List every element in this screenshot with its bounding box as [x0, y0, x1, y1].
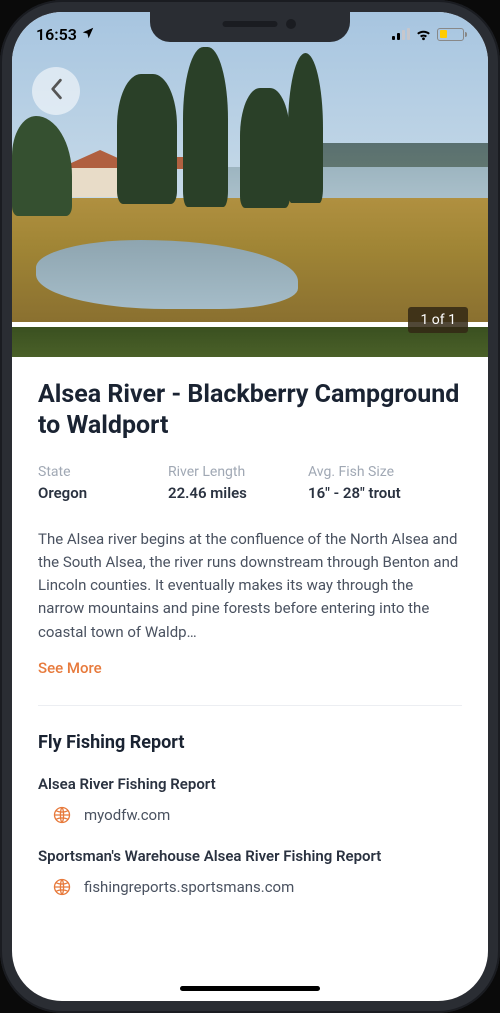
report-url: fishingreports.sportsmans.com — [84, 878, 294, 896]
stat-label: River Length — [168, 464, 298, 480]
report-link[interactable]: fishingreports.sportsmans.com — [38, 877, 462, 897]
battery-icon — [437, 28, 464, 41]
report-item: Sportsman's Warehouse Alsea River Fishin… — [38, 847, 462, 897]
stat-value: Oregon — [38, 484, 158, 502]
location-icon — [81, 25, 95, 44]
page-title: Alsea River - Blackberry Campground to W… — [38, 379, 462, 442]
phone-frame: 16:53 — [0, 0, 500, 1013]
globe-icon — [52, 805, 72, 825]
description-text: The Alsea river begins at the confluence… — [38, 528, 462, 644]
fly-fishing-section-title: Fly Fishing Report — [38, 732, 462, 753]
notch — [150, 12, 350, 42]
home-indicator[interactable] — [180, 986, 320, 991]
screen: 16:53 — [12, 12, 488, 1001]
content-area: Alsea River - Blackberry Campground to W… — [12, 357, 488, 897]
stat-length: River Length 22.46 miles — [168, 464, 298, 502]
chevron-left-icon — [49, 78, 63, 104]
status-time: 16:53 — [36, 25, 77, 44]
stats-row: State Oregon River Length 22.46 miles Av… — [38, 464, 462, 502]
hero-image[interactable]: 1 of 1 — [12, 12, 488, 357]
see-more-link[interactable]: See More — [38, 659, 102, 677]
stat-value: 16" - 28" trout — [308, 484, 401, 502]
report-url: myodfw.com — [84, 806, 170, 824]
cellular-icon — [392, 28, 410, 40]
stat-state: State Oregon — [38, 464, 158, 502]
stat-label: Avg. Fish Size — [308, 464, 401, 480]
globe-icon — [52, 877, 72, 897]
stat-fish-size: Avg. Fish Size 16" - 28" trout — [308, 464, 401, 502]
stat-value: 22.46 miles — [168, 484, 298, 502]
wifi-icon — [415, 26, 432, 43]
report-title: Alsea River Fishing Report — [38, 775, 462, 793]
landscape-photo — [12, 12, 488, 357]
back-button[interactable] — [32, 67, 80, 115]
photo-counter: 1 of 1 — [408, 307, 468, 333]
report-item: Alsea River Fishing Report myodfw.com — [38, 775, 462, 825]
stat-label: State — [38, 464, 158, 480]
divider — [38, 705, 462, 706]
report-link[interactable]: myodfw.com — [38, 805, 462, 825]
report-title: Sportsman's Warehouse Alsea River Fishin… — [38, 847, 462, 865]
